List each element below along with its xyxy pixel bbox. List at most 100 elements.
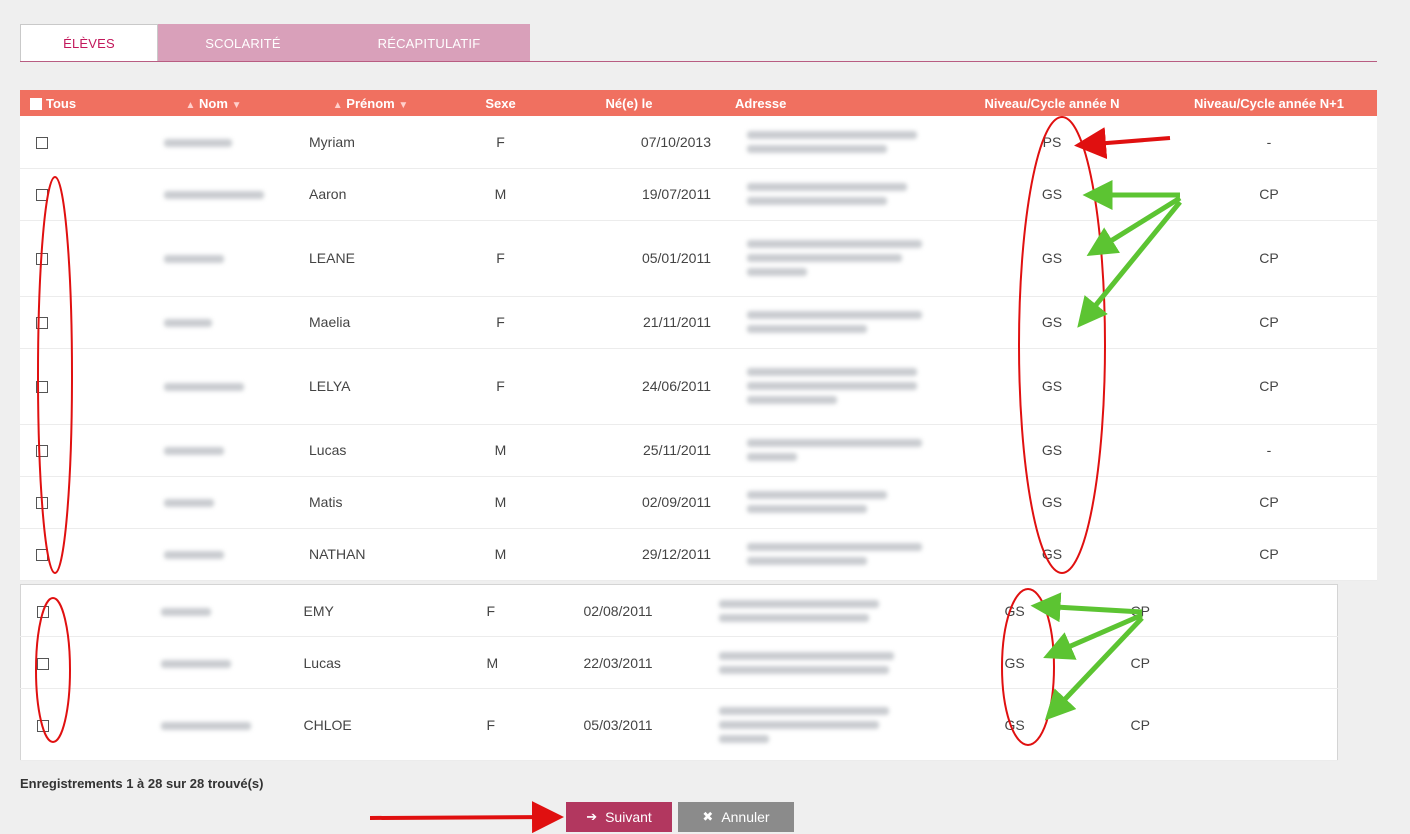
records-count: Enregistrements 1 à 28 sur 28 trouvé(s): [20, 776, 264, 791]
table-row: LELYA F 24/06/2011 GS CP: [20, 348, 1377, 425]
niveau-n1-cell: CP: [1161, 296, 1377, 349]
table-row: EMY F 02/08/2011 GS CP: [20, 584, 1338, 637]
niveau-n1-cell: CP: [1161, 528, 1377, 581]
table-row: Aaron M 19/07/2011 GS CP: [20, 168, 1377, 221]
row-checkbox[interactable]: [37, 719, 49, 732]
nom-redacted: [160, 607, 211, 616]
sexe-cell: M: [454, 476, 547, 529]
top-strip: [0, 0, 1410, 10]
row-checkbox[interactable]: [36, 497, 48, 510]
niveau-n1-cell: CP: [1161, 476, 1377, 529]
table-header-row: Tous ▲ Nom ▼ ▲ Prénom ▼ Sexe Né(e) le Ad…: [20, 90, 1377, 116]
table-row: Lucas M 25/11/2011 GS -: [20, 424, 1377, 477]
niveau-n-cell: GS: [904, 688, 1131, 761]
sexe-cell: F: [454, 116, 547, 169]
niveau-n1-cell: CP: [1161, 168, 1377, 221]
tab-scolarite[interactable]: SCOLARITÉ: [158, 24, 328, 62]
sort-desc-icon[interactable]: ▼: [398, 100, 408, 111]
table-row: NATHAN M 29/12/2011 GS CP: [20, 528, 1377, 581]
birthdate-cell: 05/01/2011: [547, 220, 723, 297]
row-checkbox[interactable]: [36, 137, 48, 150]
table-row: Myriam F 07/10/2013 PS -: [20, 116, 1377, 169]
niveau-n1-cell: CP: [1130, 636, 1338, 689]
niveau-n-cell: GS: [904, 584, 1131, 637]
nom-redacted: [164, 447, 224, 456]
row-checkbox[interactable]: [36, 189, 48, 202]
row-checkbox[interactable]: [36, 445, 48, 458]
tab-recapitulatif[interactable]: RÉCAPITULATIF: [328, 24, 530, 62]
header-niveau-n: Niveau/Cycle année N: [943, 90, 1161, 116]
niveau-n1-cell: -: [1161, 116, 1377, 169]
niveau-n-cell: GS: [943, 168, 1161, 221]
row-checkbox[interactable]: [37, 605, 49, 618]
niveau-n-cell: PS: [943, 116, 1161, 169]
niveau-n-cell: GS: [943, 220, 1161, 297]
niveau-n1-cell: CP: [1161, 220, 1377, 297]
next-button[interactable]: ➔ Suivant: [566, 802, 672, 832]
select-all-checkbox[interactable]: [30, 98, 42, 111]
birthdate-cell: 02/09/2011: [547, 476, 723, 529]
sort-asc-icon[interactable]: ▲: [333, 100, 343, 111]
table-row: Maelia F 21/11/2011 GS CP: [20, 296, 1377, 349]
birthdate-cell: 29/12/2011: [547, 528, 723, 581]
niveau-n1-cell: -: [1161, 424, 1377, 477]
niveau-n-cell: GS: [943, 528, 1161, 581]
nom-redacted: [164, 499, 214, 508]
nom-redacted: [164, 191, 264, 200]
sexe-cell: F: [486, 688, 584, 761]
birthdate-cell: 25/11/2011: [547, 424, 723, 477]
header-sexe: Sexe: [454, 90, 547, 116]
tab-bar: ÉLÈVES SCOLARITÉ RÉCAPITULATIF: [20, 24, 530, 62]
birthdate-cell: 24/06/2011: [547, 348, 723, 425]
prenom-cell: NATHAN: [287, 528, 454, 581]
nom-redacted: [164, 139, 232, 148]
niveau-n-cell: GS: [943, 296, 1161, 349]
nom-redacted: [164, 551, 224, 560]
prenom-cell: Myriam: [287, 116, 454, 169]
prenom-cell: CHLOE: [303, 688, 487, 761]
prenom-cell: Aaron: [287, 168, 454, 221]
sexe-cell: F: [454, 296, 547, 349]
row-checkbox[interactable]: [36, 253, 48, 266]
prenom-cell: LEANE: [287, 220, 454, 297]
sort-desc-icon[interactable]: ▼: [232, 100, 242, 111]
prenom-cell: Lucas: [303, 636, 487, 689]
row-checkbox[interactable]: [37, 657, 49, 670]
nom-redacted: [164, 319, 212, 328]
adresse-redacted: [723, 168, 943, 221]
sexe-cell: F: [454, 220, 547, 297]
sort-asc-icon[interactable]: ▲: [186, 100, 196, 111]
adresse-redacted: [706, 636, 905, 689]
table-row: Lucas M 22/03/2011 GS CP: [20, 636, 1338, 689]
prenom-cell: Maelia: [287, 296, 454, 349]
birthdate-cell: 22/03/2011: [583, 636, 707, 689]
header-prenom[interactable]: ▲ Prénom ▼: [287, 90, 454, 116]
adresse-redacted: [723, 476, 943, 529]
tab-eleves[interactable]: ÉLÈVES: [20, 24, 158, 62]
tab-divider: [20, 61, 1377, 62]
niveau-n-cell: GS: [904, 636, 1131, 689]
birthdate-cell: 02/08/2011: [583, 584, 707, 637]
header-nom[interactable]: ▲ Nom ▼: [140, 90, 287, 116]
nom-redacted: [160, 721, 251, 730]
niveau-n-cell: GS: [943, 348, 1161, 425]
prenom-cell: Lucas: [287, 424, 454, 477]
cancel-button[interactable]: ✖ Annuler: [678, 802, 794, 832]
row-checkbox[interactable]: [36, 317, 48, 330]
nom-redacted: [164, 255, 224, 264]
students-table-continued: EMY F 02/08/2011 GS CP Lucas M 22/03/201…: [20, 584, 1338, 761]
adresse-redacted: [723, 424, 943, 477]
header-adresse: Adresse: [723, 90, 943, 116]
row-checkbox[interactable]: [36, 549, 48, 562]
sexe-cell: F: [454, 348, 547, 425]
header-select-all[interactable]: Tous: [20, 90, 140, 116]
niveau-n1-cell: CP: [1130, 688, 1338, 761]
sexe-cell: M: [454, 528, 547, 581]
niveau-n-cell: GS: [943, 476, 1161, 529]
x-icon: ✖: [702, 809, 714, 824]
row-checkbox[interactable]: [36, 381, 48, 394]
birthdate-cell: 07/10/2013: [547, 116, 723, 169]
table-row: CHLOE F 05/03/2011 GS CP: [20, 688, 1338, 761]
prenom-cell: LELYA: [287, 348, 454, 425]
adresse-redacted: [723, 220, 943, 297]
